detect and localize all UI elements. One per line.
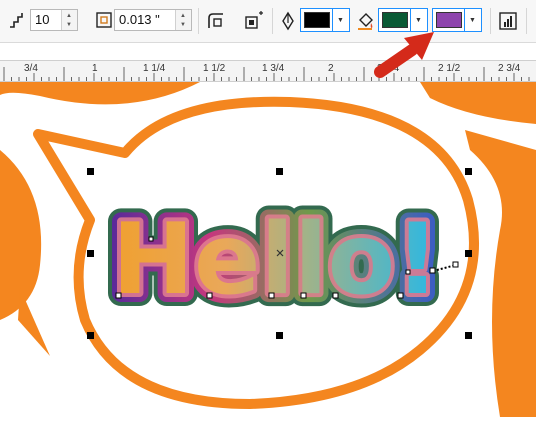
- acceleration-icon[interactable]: [243, 11, 265, 31]
- outline-color-swatch: [304, 12, 330, 28]
- orange-shape-top-left: [0, 82, 200, 105]
- selection-handle-bottom-right[interactable]: [465, 332, 472, 339]
- selection-handle-bottom[interactable]: [276, 332, 283, 339]
- steps-icon: [10, 13, 23, 28]
- steps-input[interactable]: 10 ▲ ▼: [30, 9, 78, 31]
- ruler-label: 2 3/4: [498, 63, 521, 74]
- ruler-label: 1 1/4: [143, 63, 166, 74]
- steps-value: 10: [35, 12, 50, 27]
- node-marker[interactable]: [405, 269, 411, 275]
- node-marker[interactable]: [268, 292, 275, 299]
- selection-handle-top[interactable]: [276, 168, 283, 175]
- node-marker[interactable]: [300, 292, 307, 299]
- outline-color-dropdown[interactable]: ▼: [332, 9, 349, 31]
- contour-vector-handle[interactable]: [452, 261, 459, 268]
- end-color-dropdown[interactable]: ▼: [464, 9, 481, 31]
- toolbar-separator: [490, 8, 491, 34]
- orange-shape-left-tail: [18, 288, 50, 356]
- ruler-label: 3/4: [24, 63, 38, 74]
- ruler-label: 2: [328, 63, 334, 74]
- selection-handle-bottom-left[interactable]: [87, 332, 94, 339]
- offset-spinner[interactable]: ▲ ▼: [175, 10, 191, 30]
- node-marker[interactable]: [206, 292, 213, 299]
- node-marker[interactable]: [397, 292, 404, 299]
- corner-icon[interactable]: [206, 11, 226, 31]
- pen-nib-icon: [282, 11, 294, 31]
- selection-handle-top-right[interactable]: [465, 168, 472, 175]
- outline-color-picker[interactable]: ▼: [300, 8, 350, 32]
- drawing-canvas[interactable]: Hello! Hello! Hello! Hello!: [0, 82, 536, 417]
- red-arrow-annotation: [374, 32, 434, 78]
- copy-properties-icon[interactable]: [498, 11, 518, 31]
- property-bar: 10 ▲ ▼ 0.013 " ▲ ▼ ▼ ▼ ▼: [0, 0, 536, 43]
- selection-handle-right[interactable]: [465, 250, 472, 257]
- ruler-label: 1 1/2: [203, 63, 226, 74]
- steps-spinner[interactable]: ▲ ▼: [61, 10, 77, 30]
- ruler-label: 1: [92, 63, 98, 74]
- hello-text[interactable]: Hello!: [112, 203, 440, 317]
- toolbar-separator: [272, 8, 273, 34]
- contour-offset-icon: [96, 12, 112, 28]
- node-marker[interactable]: [332, 292, 339, 299]
- node-marker[interactable]: [148, 236, 154, 242]
- node-marker[interactable]: [115, 292, 122, 299]
- selection-handle-top-left[interactable]: [87, 168, 94, 175]
- toolbar-separator: [198, 8, 199, 34]
- ruler-label: 1 3/4: [262, 63, 285, 74]
- canvas-artwork: Hello! Hello! Hello! Hello!: [0, 82, 536, 417]
- horizontal-ruler[interactable]: 3/4 1 1 1/4 1 1/2 1 3/4 2 2 1/4 2 1/2 2 …: [0, 60, 536, 82]
- toolbar-separator: [526, 8, 527, 34]
- offset-input[interactable]: 0.013 " ▲ ▼: [114, 9, 192, 31]
- contour-vector-handle[interactable]: [429, 267, 436, 274]
- orange-shape-top-right: [420, 82, 536, 124]
- selection-handle-left[interactable]: [87, 250, 94, 257]
- offset-value: 0.013 ": [119, 12, 160, 27]
